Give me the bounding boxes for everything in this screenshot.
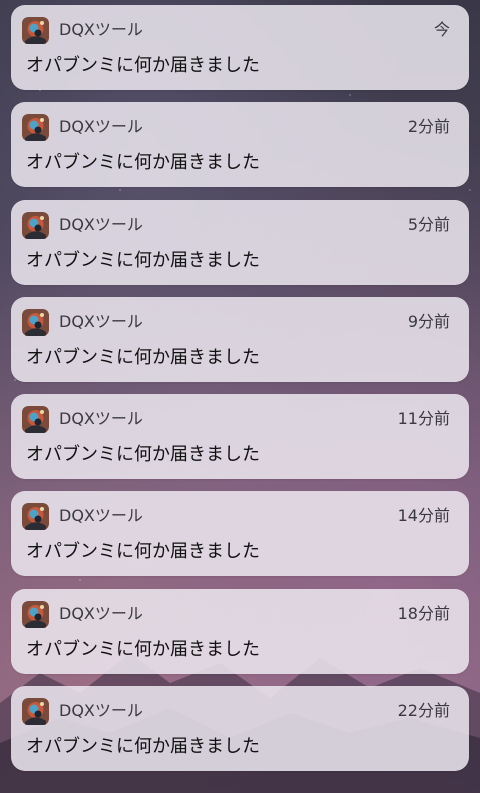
notification-message: オパブンミに何か届きました <box>26 55 260 76</box>
app-name: DQXツール <box>59 603 143 623</box>
notification-message: オパブンミに何か届きました <box>26 249 260 271</box>
notification-card[interactable]: DQXツール 18分前 オパブンミに何か届きました <box>11 588 469 674</box>
app-name: DQXツール <box>59 311 143 331</box>
notification-time: 9分前 <box>407 311 450 331</box>
dqx-tool-app-icon <box>22 698 49 726</box>
dqx-tool-app-icon <box>22 308 49 336</box>
notification-time: 22分前 <box>397 701 450 721</box>
notification-list: DQXツール 今 オパブンミに何か届きました DQXツール 2分前 オパブンミに… <box>11 5 469 783</box>
notification-card[interactable]: DQXツール 14分前 オパブンミに何か届きました <box>11 491 469 577</box>
notification-card[interactable]: DQXツール 5分前 オパブンミに何か届きました <box>11 199 469 285</box>
notification-time: 14分前 <box>397 506 450 526</box>
app-name: DQXツール <box>59 409 143 429</box>
notification-message: オパブンミに何か届きました <box>26 444 260 466</box>
dqx-tool-app-icon <box>22 600 49 628</box>
notification-card[interactable]: DQXツール 2分前 オパブンミに何か届きました <box>11 102 469 188</box>
notification-message: オパブンミに何か届きました <box>26 346 260 368</box>
app-name: DQXツール <box>59 506 143 526</box>
notification-time: 18分前 <box>397 603 450 623</box>
dqx-tool-app-icon <box>22 503 49 531</box>
dqx-tool-app-icon <box>22 114 49 142</box>
notification-card[interactable]: DQXツール 22分前 オパブンミに何か届きました <box>11 686 469 772</box>
notification-time: 11分前 <box>397 409 450 429</box>
app-name: DQXツール <box>59 701 143 721</box>
notification-message: オパブンミに何か届きました <box>26 152 260 174</box>
dqx-tool-app-icon <box>22 406 49 434</box>
notification-message: オパブンミに何か届きました <box>26 736 260 758</box>
dqx-tool-app-icon <box>22 211 49 239</box>
app-name: DQXツール <box>59 214 143 234</box>
dqx-tool-app-icon <box>22 17 49 44</box>
notification-message: オパブンミに何か届きました <box>26 541 260 563</box>
app-name: DQXツール <box>59 20 143 39</box>
notification-time: 5分前 <box>407 214 450 234</box>
notification-time: 2分前 <box>407 117 450 137</box>
notification-card[interactable]: DQXツール 9分前 オパブンミに何か届きました <box>11 296 469 382</box>
app-name: DQXツール <box>59 117 143 137</box>
notification-card[interactable]: DQXツール 今 オパブンミに何か届きました <box>11 5 469 90</box>
notification-card[interactable]: DQXツール 11分前 オパブンミに何か届きました <box>11 394 469 480</box>
notification-time: 今 <box>433 20 450 39</box>
notification-message: オパブンミに何か届きました <box>26 638 260 660</box>
